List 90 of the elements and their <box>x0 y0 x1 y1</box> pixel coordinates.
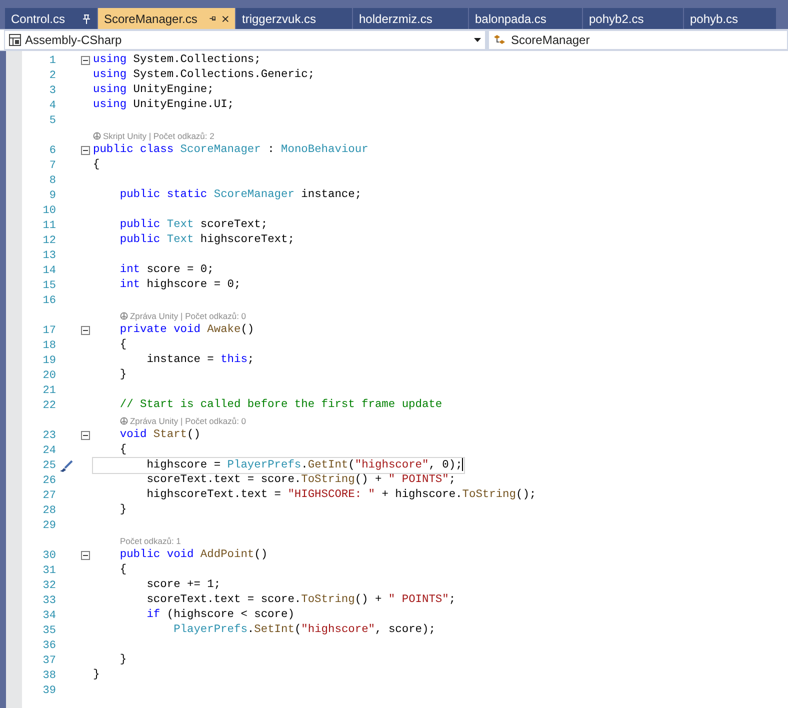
code-line: { <box>118 563 127 578</box>
code-line: highscoreText.text = "HIGHSCORE: " + highscore.ToString(); <box>146 488 536 503</box>
editor-tab[interactable]: holderzmiz.cs <box>353 8 468 29</box>
line-number: 36 <box>42 640 56 652</box>
line-number: 1 <box>48 54 56 66</box>
line-number: 32 <box>42 580 56 592</box>
line-number: 9 <box>48 190 56 202</box>
line-number: 6 <box>48 144 56 156</box>
code-line: instance = this; <box>146 353 254 368</box>
line-number: 22 <box>42 400 56 412</box>
line-number: 21 <box>42 384 56 396</box>
project-icon <box>9 34 21 46</box>
line-number: 39 <box>42 684 56 696</box>
code-line: public static ScoreManager instance; <box>118 188 362 203</box>
dropdown-caret-icon[interactable] <box>474 38 481 42</box>
code-line: int score = 0; <box>118 263 214 278</box>
line-number: 8 <box>48 174 56 186</box>
code-line: public Text highscoreText; <box>118 233 294 248</box>
line-number: 7 <box>48 160 56 172</box>
line-number: 5 <box>48 114 56 126</box>
collapse-icon[interactable] <box>81 146 90 155</box>
code-line: scoreText.text = score.ToString() + " POINTS"; <box>146 473 456 488</box>
line-number: 30 <box>42 550 56 562</box>
code-line: if (highscore < score) <box>146 608 294 623</box>
class-icon <box>493 34 507 46</box>
code-line: public class ScoreManager : MonoBehaviour <box>93 143 368 158</box>
line-number: 29 <box>42 520 56 532</box>
code-line: PlayerPrefs.SetInt("highscore", score); <box>172 623 436 638</box>
line-number: 10 <box>42 204 56 216</box>
collapse-icon[interactable] <box>81 56 90 65</box>
editor-tab[interactable]: pohyb2.cs <box>583 8 683 29</box>
code-line: int highscore = 0; <box>118 278 241 293</box>
code-line: void Start() <box>118 428 200 443</box>
line-number: 14 <box>42 264 56 276</box>
code-line: using UnityEngine; <box>93 83 214 98</box>
member-dropdown[interactable]: ScoreManager <box>488 30 788 50</box>
brush-icon[interactable] <box>59 460 73 472</box>
collapse-icon[interactable] <box>81 326 90 335</box>
line-number: 34 <box>42 610 56 622</box>
line-number: 33 <box>42 594 56 606</box>
code-line: } <box>118 653 127 668</box>
line-number: 31 <box>42 564 56 576</box>
editor-tab[interactable]: Control.cs <box>5 8 97 29</box>
collapse-icon[interactable] <box>81 551 90 560</box>
code-line: private void Awake() <box>118 323 254 338</box>
collapse-icon[interactable] <box>81 431 90 440</box>
line-number: 13 <box>42 250 56 262</box>
line-number: 2 <box>48 70 56 82</box>
editor-tab[interactable]: triggerzvuk.cs <box>236 8 352 29</box>
line-number: 38 <box>42 670 56 682</box>
line-number: 25 <box>42 460 56 472</box>
code-line: } <box>118 368 127 383</box>
code-line: public Text scoreText; <box>118 218 268 233</box>
line-number: 16 <box>42 294 56 306</box>
code-line: highscore = PlayerPrefs.GetInt("highscore", 0); <box>93 458 464 474</box>
line-number: 24 <box>42 444 56 456</box>
line-number: 28 <box>42 504 56 516</box>
code-line: } <box>118 503 127 518</box>
code-line: using UnityEngine.UI; <box>93 98 234 113</box>
line-number: 35 <box>42 624 56 636</box>
line-number: 12 <box>42 234 56 246</box>
code-line: using System.Collections; <box>93 53 261 68</box>
code-line: { <box>118 443 127 458</box>
line-number: 20 <box>42 370 56 382</box>
pin-icon[interactable] <box>209 14 216 23</box>
editor-tab[interactable]: ScoreManager.cs <box>98 8 235 29</box>
editor-tab[interactable]: pohyb.cs <box>684 8 776 29</box>
code-line: { <box>118 338 127 353</box>
close-icon[interactable] <box>222 14 229 24</box>
line-number: 23 <box>42 430 56 442</box>
code-line: public void AddPoint() <box>118 548 268 563</box>
editor-tab[interactable]: balonpada.cs <box>469 8 582 29</box>
line-number: 17 <box>42 324 56 336</box>
line-number: 15 <box>42 280 56 292</box>
code-line: score += 1; <box>146 578 221 593</box>
code-line: scoreText.text = score.ToString() + " POINTS"; <box>146 593 456 608</box>
line-number: 27 <box>42 490 56 502</box>
line-number: 26 <box>42 474 56 486</box>
line-number: 4 <box>48 100 56 112</box>
line-number: 19 <box>42 354 56 366</box>
line-number: 11 <box>42 220 56 232</box>
code-line: using System.Collections.Generic; <box>93 68 315 83</box>
code-line: } <box>93 668 100 683</box>
code-line: // Start is called before the first frame update <box>118 398 442 413</box>
line-number: 18 <box>42 340 56 352</box>
line-number: 3 <box>48 84 56 96</box>
code-line: { <box>93 158 100 173</box>
line-number: 37 <box>42 654 56 666</box>
project-dropdown[interactable]: Assembly-CSharp <box>4 30 486 50</box>
pin-icon[interactable] <box>82 14 91 24</box>
